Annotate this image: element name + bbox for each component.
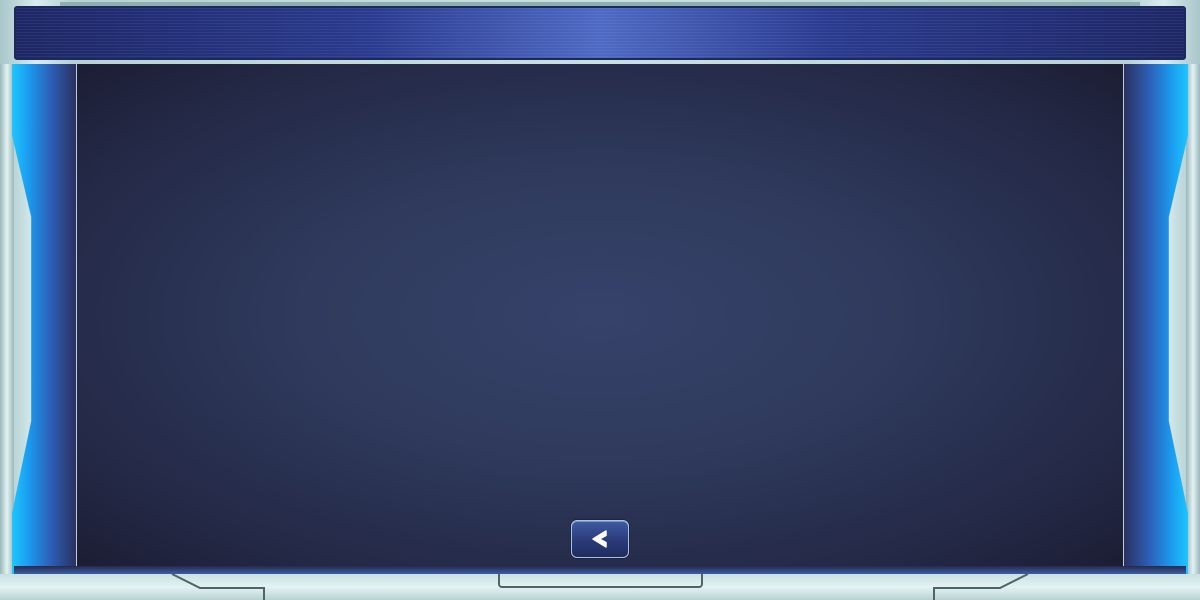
content-panel-bottom-edge xyxy=(14,566,1186,574)
chevron-left-icon xyxy=(587,528,613,550)
right-metal-rail xyxy=(1186,64,1200,574)
left-metal-rail xyxy=(0,64,14,574)
back-button[interactable] xyxy=(571,520,629,558)
bottom-right-trim xyxy=(933,574,1029,600)
game-ui-frame xyxy=(0,0,1200,600)
bottom-left-trim xyxy=(171,574,265,600)
content-panel xyxy=(77,64,1123,567)
header-bar xyxy=(14,6,1186,60)
bottom-center-notch xyxy=(498,574,703,588)
